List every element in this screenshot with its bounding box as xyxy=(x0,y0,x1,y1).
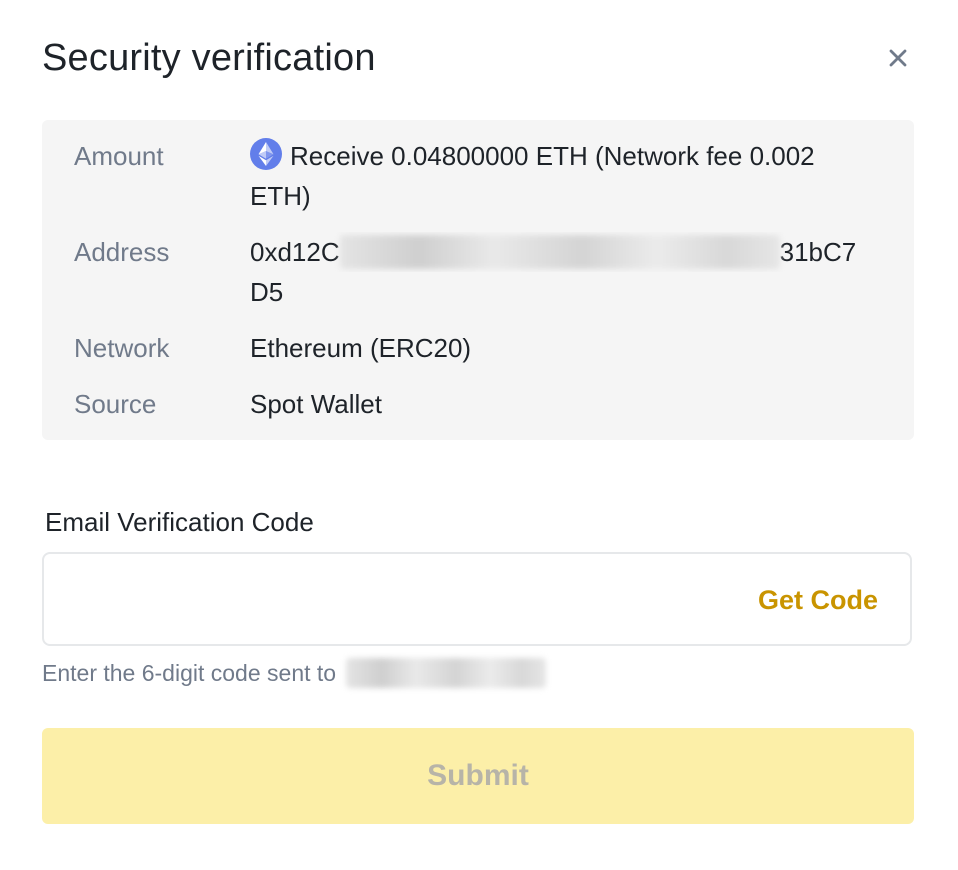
address-label: Address xyxy=(74,237,170,267)
email-code-field[interactable]: Get Code xyxy=(42,552,912,646)
address-redacted xyxy=(339,235,780,270)
email-code-label: Email Verification Code xyxy=(45,507,314,537)
ethereum-icon xyxy=(250,138,282,170)
source-value: Spot Wallet xyxy=(250,389,382,419)
email-code-input[interactable] xyxy=(62,572,746,628)
close-button[interactable] xyxy=(880,40,916,76)
email-code-hint: Enter the 6-digit code sent to xyxy=(42,656,547,690)
get-code-button[interactable]: Get Code xyxy=(758,580,878,620)
close-icon xyxy=(889,49,907,67)
amount-value: Receive 0.04800000 ETH (Network fee 0.00… xyxy=(250,141,815,211)
submit-button[interactable]: Submit xyxy=(42,728,914,824)
dialog-title: Security verification xyxy=(42,37,376,79)
network-value: Ethereum (ERC20) xyxy=(250,333,472,363)
address-line2: D5 xyxy=(250,277,284,307)
address-prefix: 0xd12C xyxy=(250,237,340,267)
network-label: Network xyxy=(74,333,170,363)
address-suffix: 31bC7 xyxy=(779,237,857,267)
transaction-summary: Amount Receive 0.04800000 ETH (Network f… xyxy=(42,120,914,440)
email-code-hint-text: Enter the 6-digit code sent to xyxy=(42,660,337,686)
address-value: 0xd12C 31bC7 D5 xyxy=(250,232,880,312)
source-label: Source xyxy=(74,389,157,419)
amount-label: Amount xyxy=(74,141,164,171)
email-redacted xyxy=(346,657,547,688)
security-verification-dialog: Security verification Amount Receive 0.0… xyxy=(0,0,958,870)
amount-value-row: Receive 0.04800000 ETH (Network fee 0.00… xyxy=(250,136,880,216)
